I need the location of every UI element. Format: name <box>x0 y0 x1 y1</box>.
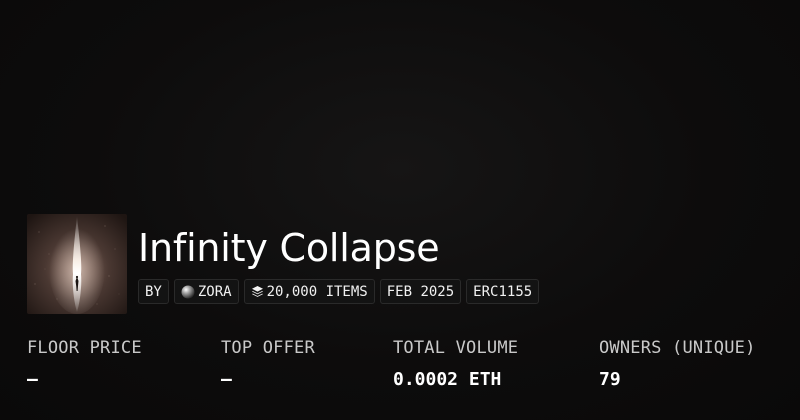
stat-total-volume: TOTAL VOLUME 0.0002 ETH <box>393 338 518 390</box>
date-badge: FEB 2025 <box>379 279 462 304</box>
by-label: BY <box>145 283 162 300</box>
floor-price-value: — <box>27 369 38 390</box>
total-volume-label: TOTAL VOLUME <box>393 338 519 358</box>
owners-label: OWNERS (UNIQUE) <box>599 338 756 358</box>
created-date: FEB 2025 <box>386 283 455 300</box>
creator-badge[interactable]: ZORA <box>173 279 239 304</box>
stat-floor-price: FLOOR PRICE — <box>27 338 142 390</box>
items-count: 20,000 ITEMS <box>266 283 368 300</box>
creator-name: ZORA <box>197 283 232 300</box>
stat-top-offer: TOP OFFER — <box>221 338 315 390</box>
collection-badges: BY ZORA 20,000 ITEMS FEB 2025 ERC1155 <box>138 279 540 304</box>
top-offer-label: TOP OFFER <box>221 338 315 358</box>
items-badge: 20,000 ITEMS <box>243 279 375 304</box>
floor-price-label: FLOOR PRICE <box>27 338 142 358</box>
total-volume-value: 0.0002 ETH <box>393 369 502 390</box>
collection-thumbnail[interactable] <box>27 214 127 314</box>
collection-artwork-image <box>27 214 127 314</box>
collection-title: Infinity Collapse <box>138 226 440 270</box>
stat-owners: OWNERS (UNIQUE) 79 <box>599 338 756 390</box>
layers-icon <box>251 285 264 298</box>
title-block: Infinity Collapse BY ZORA 20,000 ITEMS F… <box>138 214 540 304</box>
by-badge: BY <box>138 279 169 304</box>
token-standard-badge: ERC1155 <box>466 279 540 304</box>
collection-header: Infinity Collapse BY ZORA 20,000 ITEMS F… <box>27 214 540 314</box>
collection-page: Infinity Collapse BY ZORA 20,000 ITEMS F… <box>0 0 800 420</box>
collection-stats: FLOOR PRICE — TOP OFFER — TOTAL VOLUME 0… <box>0 338 800 398</box>
token-standard: ERC1155 <box>473 283 533 300</box>
top-offer-value: — <box>221 369 232 390</box>
owners-value: 79 <box>599 369 621 390</box>
zora-orb-icon <box>181 285 195 299</box>
